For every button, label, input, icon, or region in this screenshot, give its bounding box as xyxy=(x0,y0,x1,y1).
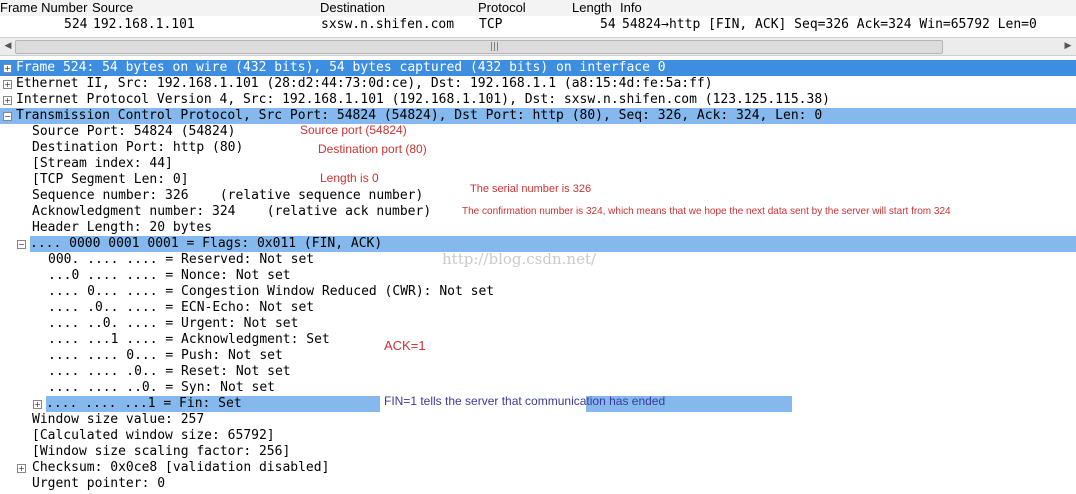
flag-bit[interactable]: .... .... .0.. = Reset: Not set xyxy=(48,364,291,380)
packet-number: 524 xyxy=(64,17,88,32)
fin-flag: .... .... ...1 = Fin: Set xyxy=(46,396,380,412)
ethernet-summary: Ethernet II, Src: 192.168.1.101 (28:d2:4… xyxy=(16,76,713,91)
flag-bit[interactable]: 000. .... .... = Reserved: Not set xyxy=(48,252,314,268)
packet-info: 54824→http [FIN, ACK] Seq=326 Ack=324 Wi… xyxy=(622,17,1037,32)
tcp-field[interactable]: Header Length: 20 bytes xyxy=(32,220,212,236)
flag-bit[interactable]: .... 0... .... = Congestion Window Reduc… xyxy=(48,284,494,300)
column-header-info[interactable]: Info xyxy=(620,0,642,16)
tcp-field[interactable]: [Stream index: 44] xyxy=(32,156,173,172)
column-header-frame-number[interactable]: Frame Number xyxy=(0,0,87,16)
flag-bit[interactable]: .... .... 0... = Push: Not set xyxy=(48,348,283,364)
annotation-length: Length is 0 xyxy=(320,171,379,185)
column-header-length[interactable]: Length xyxy=(572,0,612,16)
frame-summary: Frame 524: 54 bytes on wire (432 bits), … xyxy=(16,60,666,75)
scroll-left-icon[interactable]: ◀ xyxy=(0,38,16,55)
expand-plus-icon[interactable]: + xyxy=(3,96,12,105)
tcp-field[interactable]: Sequence number: 326 (relative sequence … xyxy=(32,188,423,204)
packet-source: 192.168.1.101 xyxy=(93,17,195,32)
ip-summary: Internet Protocol Version 4, Src: 192.16… xyxy=(16,92,830,107)
expand-plus-icon[interactable]: + xyxy=(3,80,12,89)
packet-destination: sxsw.n.shifen.com xyxy=(321,17,455,32)
collapse-minus-icon[interactable]: − xyxy=(3,112,12,121)
packet-list-header: Frame Number Source Destination Protocol… xyxy=(0,0,1076,17)
annotation-fin: FIN=1 tells the server that communicatio… xyxy=(384,394,666,408)
tcp-field[interactable]: Acknowledgment number: 324 (relative ack… xyxy=(32,204,431,220)
checksum-field: Checksum: 0x0ce8 [validation disabled] xyxy=(32,460,330,475)
tcp-field[interactable]: [Window size scaling factor: 256] xyxy=(32,444,290,460)
flag-bit[interactable]: .... .... ..0. = Syn: Not set xyxy=(48,380,275,396)
tcp-field[interactable]: Window size value: 257 xyxy=(32,412,204,428)
column-header-destination[interactable]: Destination xyxy=(320,0,385,16)
tcp-field[interactable]: Urgent pointer: 0 xyxy=(32,476,165,492)
expand-plus-icon[interactable]: + xyxy=(33,400,42,409)
annotation-source-port: Source port (54824) xyxy=(300,123,407,137)
flag-bit[interactable]: .... ...1 .... = Acknowledgment: Set xyxy=(48,332,330,348)
tree-row-ethernet[interactable]: + Ethernet II, Src: 192.168.1.101 (28:d2… xyxy=(0,76,1076,92)
flag-bit[interactable]: .... ..0. .... = Urgent: Not set xyxy=(48,316,298,332)
scrollbar-grip-icon: ||| xyxy=(490,42,500,52)
annotation-confirmation-number: The confirmation number is 324, which me… xyxy=(462,206,951,217)
scrollbar-thumb[interactable]: ||| xyxy=(15,40,943,54)
annotation-ack: ACK=1 xyxy=(384,338,426,353)
tree-row-tcp[interactable]: − Transmission Control Protocol, Src Por… xyxy=(0,108,1076,124)
column-header-source[interactable]: Source xyxy=(92,0,133,16)
tree-row-frame[interactable]: + Frame 524: 54 bytes on wire (432 bits)… xyxy=(0,60,1076,76)
tcp-field[interactable]: Source Port: 54824 (54824) xyxy=(32,124,236,140)
expand-plus-icon[interactable]: + xyxy=(3,64,12,73)
expand-plus-icon[interactable]: + xyxy=(17,464,26,473)
tcp-field[interactable]: Destination Port: http (80) xyxy=(32,140,243,156)
tcp-field[interactable]: [TCP Segment Len: 0] xyxy=(32,172,189,188)
packet-row[interactable]: 524 192.168.1.101 sxsw.n.shifen.com TCP … xyxy=(0,16,1076,33)
tree-row-ip[interactable]: + Internet Protocol Version 4, Src: 192.… xyxy=(0,92,1076,108)
scroll-right-icon[interactable]: ▶ xyxy=(1060,38,1076,55)
watermark: http://blog.csdn.net/ xyxy=(442,250,597,268)
tcp-summary: Transmission Control Protocol, Src Port:… xyxy=(16,108,823,123)
flag-bit[interactable]: .... .0.. .... = ECN-Echo: Not set xyxy=(48,300,314,316)
tcp-field[interactable]: [Calculated window size: 65792] xyxy=(32,428,275,444)
annotation-serial-number: The serial number is 326 xyxy=(470,183,592,195)
collapse-minus-icon[interactable]: − xyxy=(17,240,26,249)
tree-row-checksum[interactable]: + Checksum: 0x0ce8 [validation disabled] xyxy=(0,460,1076,476)
packet-length: 54 xyxy=(600,17,616,32)
packet-protocol: TCP xyxy=(479,17,503,32)
column-header-protocol[interactable]: Protocol xyxy=(478,0,526,16)
horizontal-scrollbar[interactable]: ◀ ||| ▶ xyxy=(0,37,1076,56)
annotation-destination-port: Destination port (80) xyxy=(318,142,427,156)
flag-bit[interactable]: ...0 .... .... = Nonce: Not set xyxy=(48,268,291,284)
